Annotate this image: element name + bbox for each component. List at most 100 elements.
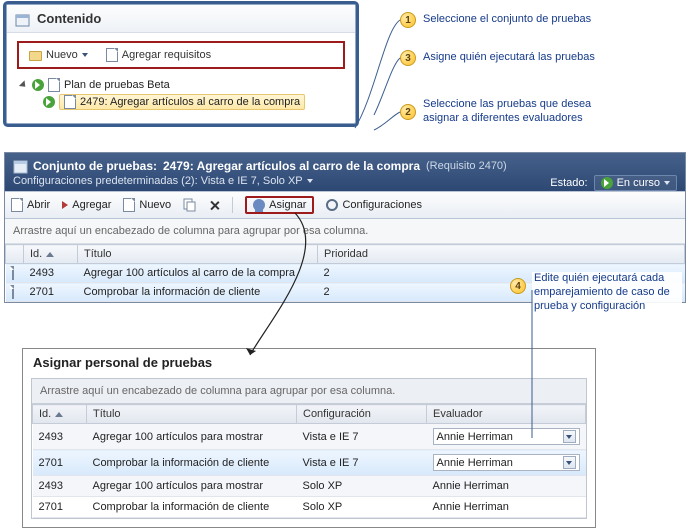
tester-combo[interactable]: Annie Herriman xyxy=(433,428,580,445)
folder-icon xyxy=(29,51,42,61)
cell-id: 2493 xyxy=(33,424,87,450)
close-icon xyxy=(209,200,220,211)
configurations-label: Configuraciones xyxy=(342,199,422,211)
col-priority[interactable]: Prioridad xyxy=(318,245,685,264)
state-label: Estado: xyxy=(550,177,587,189)
cell-id: 2701 xyxy=(33,450,87,476)
cell-tester: Annie Herriman xyxy=(427,497,586,518)
col-config[interactable]: Configuración xyxy=(297,405,427,424)
tester-combo[interactable]: Annie Herriman xyxy=(433,454,580,471)
copy-icon xyxy=(183,198,197,212)
callout-badge-4: 4 xyxy=(510,278,526,294)
tree-item-plan[interactable]: Plan de pruebas Beta xyxy=(21,77,345,93)
callout-4: Edite quién ejecutará cada emparejamient… xyxy=(532,272,682,313)
copy-button[interactable] xyxy=(183,198,197,212)
chevron-down-icon xyxy=(307,179,313,183)
suite-name: 2479: Agregar artículos al carro de la c… xyxy=(163,159,420,173)
configurations-button[interactable]: Configuraciones xyxy=(326,199,422,211)
table-row[interactable]: 2701Comprobar la información de clienteS… xyxy=(33,497,586,518)
assign-button[interactable]: Asignar xyxy=(245,196,314,214)
play-icon xyxy=(32,79,44,91)
group-hint: Arrastre aquí un encabezado de columna p… xyxy=(5,219,685,244)
cell-tester: Annie Herriman xyxy=(427,450,586,476)
state-value: En curso xyxy=(617,177,660,189)
table-row[interactable]: 2493Agregar 100 artículos para mostrarVi… xyxy=(33,424,586,450)
add-label: Agregar xyxy=(72,199,111,211)
col-tester[interactable]: Evaluador xyxy=(427,405,586,424)
tree-item-label: 2479: Agregar artículos al carro de la c… xyxy=(80,96,300,108)
expander-icon[interactable] xyxy=(19,80,28,89)
callout-badge-1: 1 xyxy=(400,12,416,28)
suite-header: Conjunto de pruebas: 2479: Agregar artíc… xyxy=(5,153,685,191)
chevron-down-icon xyxy=(664,181,670,185)
new-button[interactable]: Nuevo xyxy=(25,47,92,63)
callout-badge-3: 3 xyxy=(400,50,416,66)
add-icon xyxy=(62,201,68,209)
cell-title: Comprobar la información de cliente xyxy=(87,497,297,518)
cell-tester: Annie Herriman xyxy=(427,424,586,450)
cell-title: Agregar 100 artículos para mostrar xyxy=(87,476,297,497)
chevron-down-icon xyxy=(82,53,88,57)
delete-button[interactable] xyxy=(209,200,220,211)
group-hint: Arrastre aquí un encabezado de columna p… xyxy=(32,379,586,404)
dropdown-button[interactable] xyxy=(563,430,576,443)
add-requirements-label: Agregar requisitos xyxy=(122,49,211,61)
cell-config: Vista e IE 7 xyxy=(297,450,427,476)
page-icon xyxy=(123,198,135,212)
default-configs-label: Configuraciones predeterminadas (2): Vis… xyxy=(13,175,303,187)
tree-item-suite[interactable]: 2479: Agregar artículos al carro de la c… xyxy=(59,94,305,110)
new-label: Nuevo xyxy=(139,199,171,211)
content-icon xyxy=(15,12,29,26)
tester-value: Annie Herriman xyxy=(433,501,509,513)
callout-1: Seleccione el conjunto de pruebas xyxy=(421,13,593,27)
callout-3: Asigne quién ejecutará las pruebas xyxy=(421,51,597,65)
new-button[interactable]: Nuevo xyxy=(123,198,171,212)
page-icon xyxy=(106,48,118,62)
cell-title: Comprobar la información de cliente xyxy=(87,450,297,476)
tester-value: Annie Herriman xyxy=(437,457,513,469)
suite-prefix: Conjunto de pruebas: xyxy=(33,159,157,173)
sort-asc-icon xyxy=(55,412,63,417)
cell-config: Solo XP xyxy=(297,476,427,497)
user-icon xyxy=(253,199,265,211)
tester-value: Annie Herriman xyxy=(437,431,513,443)
cell-title: Agregar 100 artículos al carro de la com… xyxy=(78,264,318,283)
assign-label: Asignar xyxy=(269,199,306,211)
col-title[interactable]: Título xyxy=(87,405,297,424)
table-row[interactable]: 2701Comprobar la información de clienteV… xyxy=(33,450,586,476)
sort-asc-icon xyxy=(46,252,54,257)
chevron-down-icon xyxy=(566,435,572,439)
col-title[interactable]: Título xyxy=(78,245,318,264)
content-header: Contenido xyxy=(7,5,355,33)
col-id[interactable]: Id. xyxy=(33,405,87,424)
col-id[interactable]: Id. xyxy=(24,245,78,264)
open-button[interactable]: Abrir xyxy=(11,198,50,212)
page-icon xyxy=(11,198,23,212)
content-toolbar: Nuevo Agregar requisitos xyxy=(17,41,345,69)
suite-toolbar: Abrir Agregar Nuevo Asignar Configuracio… xyxy=(5,191,685,219)
tree: Plan de pruebas Beta 2479: Agregar artíc… xyxy=(17,77,345,111)
assign-testers-panel: Asignar personal de pruebas Arrastre aqu… xyxy=(22,348,596,528)
state-control[interactable]: Estado: En curso xyxy=(550,175,677,191)
add-button[interactable]: Agregar xyxy=(62,199,111,211)
tester-value: Annie Herriman xyxy=(433,480,509,492)
open-label: Abrir xyxy=(27,199,50,211)
page-icon xyxy=(12,266,14,280)
cell-id: 2701 xyxy=(24,283,78,302)
col-icon[interactable] xyxy=(6,245,24,264)
add-requirements-button[interactable]: Agregar requisitos xyxy=(102,46,215,64)
content-title: Contenido xyxy=(37,11,101,26)
cell-title: Comprobar la información de cliente xyxy=(78,283,318,302)
assign-title: Asignar personal de pruebas xyxy=(23,349,595,374)
dropdown-button[interactable] xyxy=(563,456,576,469)
table-row[interactable]: 2493Agregar 100 artículos para mostrarSo… xyxy=(33,476,586,497)
chevron-down-icon xyxy=(566,461,572,465)
divider xyxy=(232,197,233,213)
tree-item-suite-wrap: 2479: Agregar artículos al carro de la c… xyxy=(21,93,345,111)
play-icon xyxy=(43,96,55,108)
page-icon xyxy=(12,285,14,299)
suite-requisite: (Requisito 2470) xyxy=(426,160,507,172)
assign-grid: Id. Título Configuración Evaluador 2493A… xyxy=(32,404,586,518)
cell-tester: Annie Herriman xyxy=(427,476,586,497)
cell-id: 2493 xyxy=(24,264,78,283)
